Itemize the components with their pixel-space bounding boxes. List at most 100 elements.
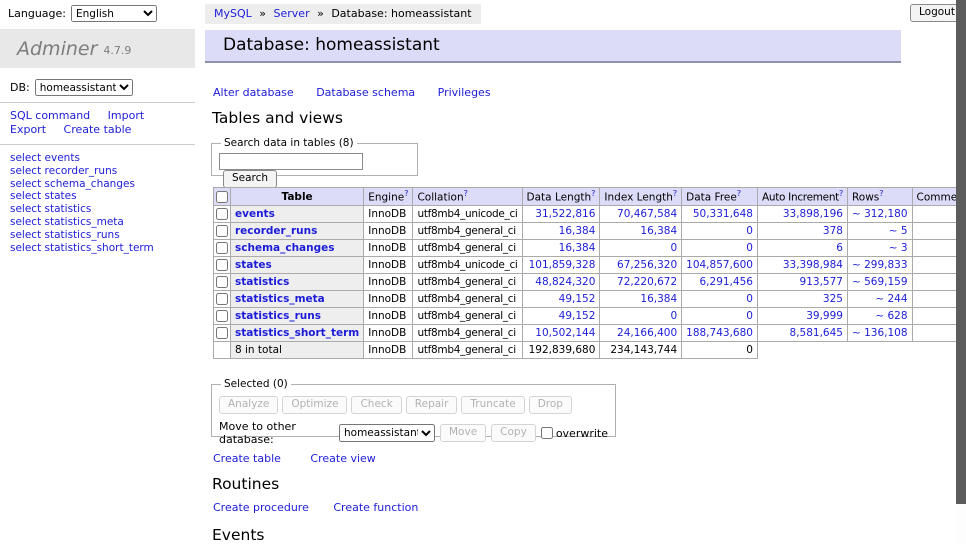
table-name-link[interactable]: statistics (235, 276, 289, 288)
rows-count-link[interactable]: ~ 628 (875, 310, 907, 322)
check-button[interactable]: Check (351, 396, 401, 414)
data-free-link[interactable]: 0 (746, 310, 753, 322)
row-checkbox[interactable] (216, 242, 228, 254)
table-name-link[interactable]: events (235, 208, 275, 220)
optimize-button[interactable]: Optimize (282, 396, 347, 414)
analyze-button[interactable]: Analyze (219, 396, 278, 414)
table-name-link[interactable]: schema_changes (235, 242, 335, 254)
create-procedure-link[interactable]: Create procedure (213, 501, 309, 514)
help-link[interactable]: ? (737, 189, 741, 198)
sidebar-link-export[interactable]: Export (10, 123, 46, 136)
data-free-link[interactable]: 50,331,648 (693, 208, 753, 220)
sidebar-link-create-table[interactable]: Create table (64, 123, 132, 136)
help-link[interactable]: ? (673, 189, 677, 198)
data-free-link[interactable]: 6,291,456 (700, 276, 753, 288)
index-length-link[interactable]: 0 (670, 242, 677, 254)
rows-count-link[interactable]: ~ 5 (889, 225, 908, 237)
auto-increment-link[interactable]: 33,398,984 (783, 259, 843, 271)
search-button[interactable]: Search (223, 170, 277, 188)
data-free-link[interactable]: 104,857,600 (686, 259, 753, 271)
rows-count-link[interactable]: ~ 569,159 (852, 276, 908, 288)
sidebar-item-select-schema-changes[interactable]: select schema_changes (10, 178, 154, 191)
search-input[interactable] (219, 153, 363, 170)
index-length-link[interactable]: 70,467,584 (617, 208, 677, 220)
row-checkbox[interactable] (216, 225, 228, 237)
auto-increment-link[interactable]: 8,581,645 (790, 327, 843, 339)
row-checkbox[interactable] (216, 208, 228, 220)
auto-increment-link[interactable]: 378 (823, 225, 843, 237)
table-name-link[interactable]: states (235, 259, 272, 271)
sidebar-link-sql-command[interactable]: SQL command (10, 109, 90, 122)
rows-count-link[interactable]: ~ 299,833 (852, 259, 908, 271)
auto-increment-link[interactable]: 39,999 (806, 310, 843, 322)
index-length-link[interactable]: 16,384 (640, 293, 677, 305)
help-link[interactable]: ? (404, 189, 408, 198)
row-checkbox[interactable] (216, 293, 228, 305)
sidebar-item-select-statistics-short-term[interactable]: select statistics_short_term (10, 242, 154, 255)
db-select[interactable]: homeassistant (35, 79, 133, 96)
alter-database-link[interactable]: Alter database (213, 86, 294, 99)
sidebar-link-import[interactable]: Import (108, 109, 145, 122)
sidebar-item-select-statistics-runs[interactable]: select statistics_runs (10, 229, 154, 242)
help-link[interactable]: ? (879, 189, 883, 198)
table-name-link[interactable]: statistics_meta (235, 293, 325, 305)
auto-increment-link[interactable]: 33,898,196 (783, 208, 843, 220)
move-button[interactable]: Move (440, 424, 486, 442)
index-length-link[interactable]: 24,166,400 (617, 327, 677, 339)
row-checkbox[interactable] (216, 259, 228, 271)
help-link[interactable]: ? (839, 189, 843, 198)
rows-count-link[interactable]: ~ 3 (889, 242, 908, 254)
data-free-link[interactable]: 0 (746, 293, 753, 305)
create-table-link[interactable]: Create table (213, 452, 281, 465)
data-free-link[interactable]: 0 (746, 242, 753, 254)
table-name-link[interactable]: statistics_runs (235, 310, 321, 322)
index-length-link[interactable]: 0 (670, 310, 677, 322)
truncate-button[interactable]: Truncate (461, 396, 524, 414)
create-function-link[interactable]: Create function (333, 501, 418, 514)
help-link[interactable]: ? (464, 189, 468, 198)
data-length-link[interactable]: 48,824,320 (535, 276, 595, 288)
data-length-link[interactable]: 16,384 (559, 242, 596, 254)
copy-button[interactable]: Copy (491, 424, 536, 442)
data-free-link[interactable]: 188,743,680 (686, 327, 753, 339)
row-checkbox[interactable] (216, 327, 228, 339)
rows-count-link[interactable]: ~ 244 (875, 293, 907, 305)
data-length-link[interactable]: 10,502,144 (535, 327, 595, 339)
privileges-link[interactable]: Privileges (438, 86, 491, 99)
language-select[interactable]: English (71, 5, 157, 22)
sidebar-item-select-statistics-meta[interactable]: select statistics_meta (10, 216, 154, 229)
rows-count-link[interactable]: ~ 312,180 (852, 208, 908, 220)
row-checkbox[interactable] (216, 310, 228, 322)
auto-increment-link[interactable]: 913,577 (800, 276, 843, 288)
data-length-link[interactable]: 49,152 (559, 310, 596, 322)
create-view-link[interactable]: Create view (310, 452, 375, 465)
table-name-link[interactable]: statistics_short_term (235, 327, 359, 339)
database-schema-link[interactable]: Database schema (316, 86, 415, 99)
move-db-select[interactable]: homeassistant (339, 424, 435, 442)
data-length-link[interactable]: 31,522,816 (535, 208, 595, 220)
data-length-link[interactable]: 16,384 (559, 225, 596, 237)
auto-increment-link[interactable]: 325 (823, 293, 843, 305)
table-name-link[interactable]: recorder_runs (235, 225, 317, 237)
sidebar-item-select-statistics[interactable]: select statistics (10, 203, 154, 216)
drop-button[interactable]: Drop (529, 396, 572, 414)
data-free-link[interactable]: 0 (746, 225, 753, 237)
index-length-link[interactable]: 72,220,672 (617, 276, 677, 288)
data-length-link[interactable]: 101,859,328 (529, 259, 596, 271)
help-link[interactable]: ? (591, 189, 595, 198)
breadcrumb-link-mysql[interactable]: MySQL (214, 7, 252, 20)
index-length-link[interactable]: 16,384 (640, 225, 677, 237)
repair-button[interactable]: Repair (406, 396, 458, 414)
row-checkbox[interactable] (216, 276, 228, 288)
index-length-link[interactable]: 67,256,320 (617, 259, 677, 271)
data-length-link[interactable]: 49,152 (559, 293, 596, 305)
breadcrumb-link-server[interactable]: Server (274, 7, 310, 20)
vertical-scrollbar[interactable] (956, 0, 966, 543)
sidebar-item-select-events[interactable]: select events (10, 152, 154, 165)
rows-count-link[interactable]: ~ 136,108 (852, 327, 908, 339)
auto-increment-link[interactable]: 6 (836, 242, 843, 254)
select-all-checkbox[interactable] (216, 191, 228, 203)
overwrite-checkbox[interactable] (541, 427, 553, 439)
sidebar-item-select-states[interactable]: select states (10, 190, 154, 203)
sidebar-item-select-recorder-runs[interactable]: select recorder_runs (10, 165, 154, 178)
